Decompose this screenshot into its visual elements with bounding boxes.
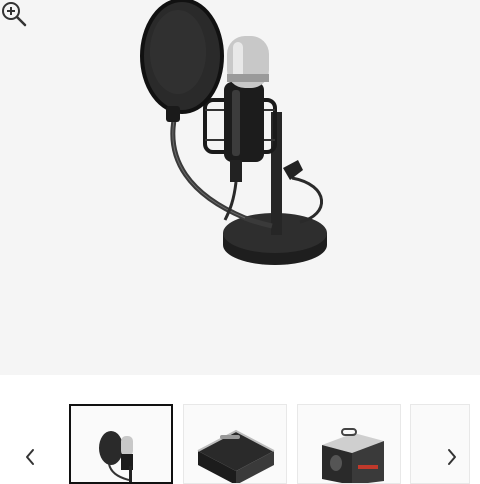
- carry-case-thumbnail: [197, 429, 275, 483]
- microphone-with-pop-filter-image: [140, 0, 327, 265]
- thumbnail-carry-case[interactable]: [183, 404, 287, 484]
- chevron-left-icon[interactable]: [18, 440, 42, 474]
- thumbnail-microphone[interactable]: [69, 404, 173, 484]
- thumbnail-product-box[interactable]: [297, 404, 401, 484]
- zoom-in-icon[interactable]: [0, 0, 28, 28]
- product-box-thumbnail: [322, 428, 384, 483]
- product-main-image[interactable]: [0, 0, 480, 375]
- microphone-thumbnail: [99, 431, 133, 482]
- chevron-right-icon[interactable]: [440, 440, 464, 474]
